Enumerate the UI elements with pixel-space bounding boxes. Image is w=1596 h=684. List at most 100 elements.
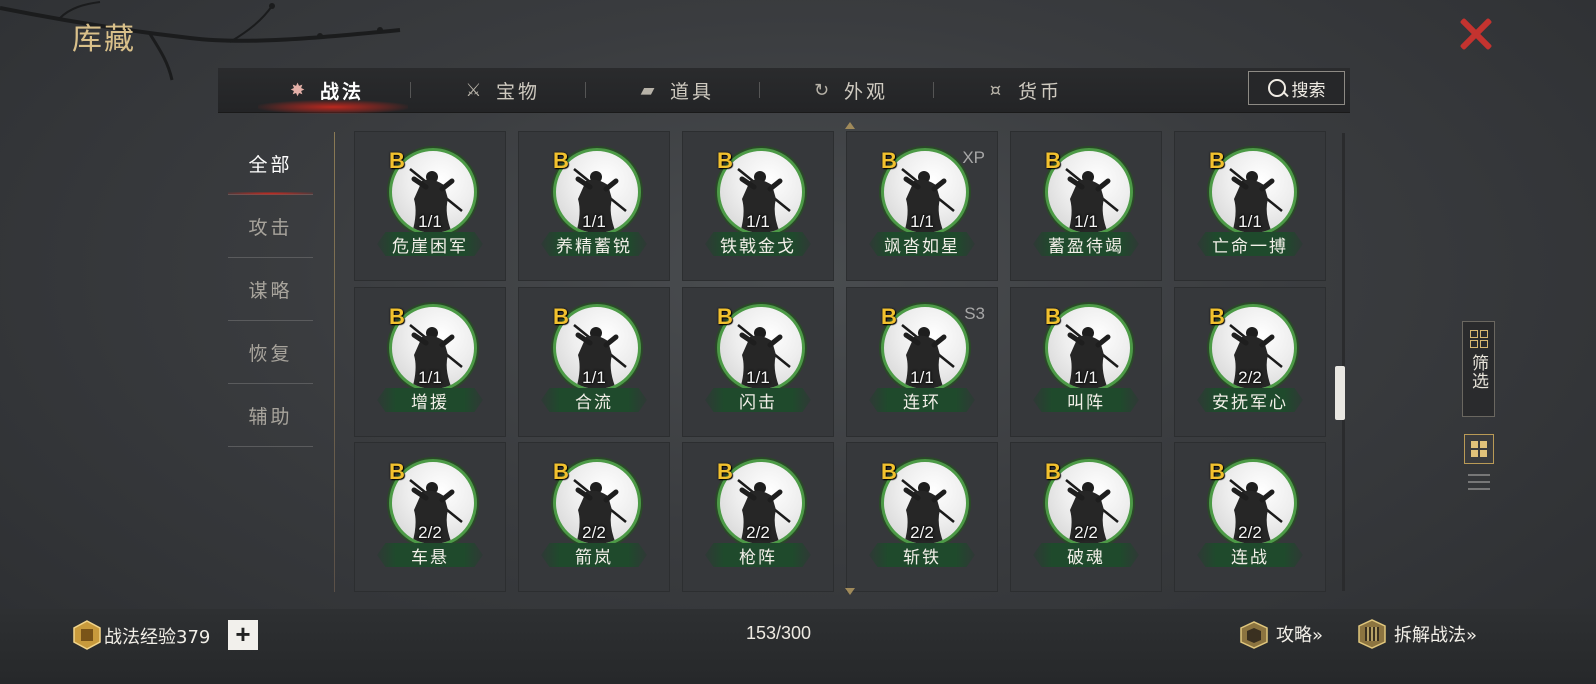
grade-badge: B	[1209, 459, 1225, 484]
tactic-name: 安抚军心	[1197, 388, 1303, 412]
tactic-card[interactable]: B 1/1 叫阵	[1010, 287, 1162, 437]
card-count: 2/2	[1238, 523, 1262, 542]
book-icon	[1240, 621, 1268, 649]
tactic-name: 蓄盈待竭	[1033, 232, 1139, 256]
tactic-name: 合流	[541, 388, 647, 412]
category-list: 全部 攻击 谋略 恢复 辅助	[228, 132, 313, 447]
tab-label: 货币	[1018, 80, 1063, 103]
season-tag: S3	[964, 304, 985, 323]
card-count: 1/1	[746, 212, 770, 231]
grade-badge: B	[717, 459, 733, 484]
active-tab-indicator	[258, 100, 408, 114]
tactic-icon: ✸	[289, 79, 309, 101]
grade-badge: B	[717, 304, 733, 329]
list-view-icon[interactable]	[1468, 474, 1490, 494]
filter-button[interactable]: 筛选	[1462, 321, 1495, 417]
tab-divider	[933, 82, 934, 98]
tab-currency[interactable]: ¤ 货币	[984, 68, 1062, 112]
grade-badge: B	[553, 459, 569, 484]
tactic-name: 亡命一搏	[1197, 232, 1303, 256]
grade-badge: B	[1045, 304, 1061, 329]
season-tag: XP	[962, 148, 985, 167]
tactic-card[interactable]: B 1/1 闪击	[682, 287, 834, 437]
tactic-card[interactable]: B 2/2 安抚军心	[1174, 287, 1326, 437]
close-icon[interactable]	[1458, 16, 1494, 52]
card-count: 1/1	[910, 212, 934, 231]
card-count: 1/1	[1074, 368, 1098, 387]
card-count: 1/1	[418, 368, 442, 387]
grade-badge: B	[389, 148, 405, 173]
tactic-card[interactable]: B 2/2 连战	[1174, 442, 1326, 592]
tactic-card[interactable]: B 2/2 枪阵	[682, 442, 834, 592]
grade-badge: B	[1209, 148, 1225, 173]
card-count: 2/2	[582, 523, 606, 542]
tactic-exp-icon	[73, 620, 101, 650]
tactic-name: 连战	[1197, 543, 1303, 567]
guide-button[interactable]: 攻略»	[1238, 616, 1323, 652]
scroll-down-icon	[845, 588, 855, 595]
divider	[334, 132, 335, 592]
card-count: 2/2	[1074, 523, 1098, 542]
add-exp-button[interactable]: +	[228, 620, 258, 650]
search-label: 搜索	[1291, 80, 1326, 101]
tab-label: 外观	[844, 80, 889, 103]
tactic-card[interactable]: B 1/1 亡命一搏	[1174, 131, 1326, 281]
tab-divider	[585, 82, 586, 98]
disassemble-button[interactable]: 拆解战法»	[1356, 616, 1477, 652]
guide-label: 攻略»	[1276, 625, 1324, 646]
tactic-card[interactable]: B 1/1 增援	[354, 287, 506, 437]
tactic-card[interactable]: B 2/2 斩铁	[846, 442, 998, 592]
tactic-card[interactable]: B 1/1 铁戟金戈	[682, 131, 834, 281]
search-button[interactable]: 搜索	[1248, 71, 1345, 105]
filter-icon	[1469, 330, 1488, 348]
grid-view-icon[interactable]	[1464, 434, 1494, 464]
category-strategy[interactable]: 谋略	[228, 258, 313, 321]
tactic-card[interactable]: B 2/2 车悬	[354, 442, 506, 592]
category-recovery[interactable]: 恢复	[228, 321, 313, 384]
card-count: 1/1	[746, 368, 770, 387]
item-icon: ▰	[640, 79, 658, 101]
inventory-capacity: 153/300	[746, 623, 812, 643]
tab-items[interactable]: ▰ 道具	[636, 68, 714, 112]
card-count: 2/2	[910, 523, 934, 542]
tactic-name: 铁戟金戈	[705, 232, 811, 256]
card-count: 1/1	[582, 212, 606, 231]
card-count: 2/2	[1238, 368, 1262, 387]
tactic-name: 斩铁	[869, 543, 975, 567]
tactic-name: 飒沓如星	[869, 232, 975, 256]
tactic-card[interactable]: B 2/2 破魂	[1010, 442, 1162, 592]
tactic-name: 叫阵	[1033, 388, 1139, 412]
appearance-icon: ↻	[813, 79, 833, 101]
category-all[interactable]: 全部	[228, 132, 313, 195]
tactic-card[interactable]: B 2/2 箭岚	[518, 442, 670, 592]
grade-badge: B	[881, 148, 897, 173]
grade-badge: B	[717, 148, 733, 173]
tab-divider	[759, 82, 760, 98]
grade-badge: B	[881, 304, 897, 329]
tactic-name: 危崖困军	[377, 232, 483, 256]
tab-appearance[interactable]: ↻ 外观	[810, 68, 888, 112]
scrollbar-thumb[interactable]	[1335, 366, 1345, 420]
grade-badge: B	[389, 304, 405, 329]
grade-badge: B	[553, 304, 569, 329]
tactic-name: 车悬	[377, 543, 483, 567]
tab-treasure[interactable]: ⚔ 宝物	[462, 68, 540, 112]
tactic-name: 养精蓄锐	[541, 232, 647, 256]
tactic-card[interactable]: B 1/1 危崖困军	[354, 131, 506, 281]
card-count: 2/2	[418, 523, 442, 542]
tactic-card[interactable]: B S3 1/1 连环	[846, 287, 998, 437]
scroll-icon	[1358, 619, 1386, 649]
tactic-card[interactable]: B XP 1/1 飒沓如星	[846, 131, 998, 281]
tactic-card[interactable]: B 1/1 养精蓄锐	[518, 131, 670, 281]
tactic-name: 闪击	[705, 388, 811, 412]
category-attack[interactable]: 攻击	[228, 195, 313, 258]
card-count: 2/2	[746, 523, 770, 542]
money-bag-icon: ¤	[989, 79, 1005, 101]
category-support[interactable]: 辅助	[228, 384, 313, 447]
tactic-card[interactable]: B 1/1 蓄盈待竭	[1010, 131, 1162, 281]
tactic-name: 增援	[377, 388, 483, 412]
tactic-card[interactable]: B 1/1 合流	[518, 287, 670, 437]
tab-divider	[410, 82, 411, 98]
grade-badge: B	[1045, 148, 1061, 173]
window-title: 库藏	[72, 22, 136, 57]
